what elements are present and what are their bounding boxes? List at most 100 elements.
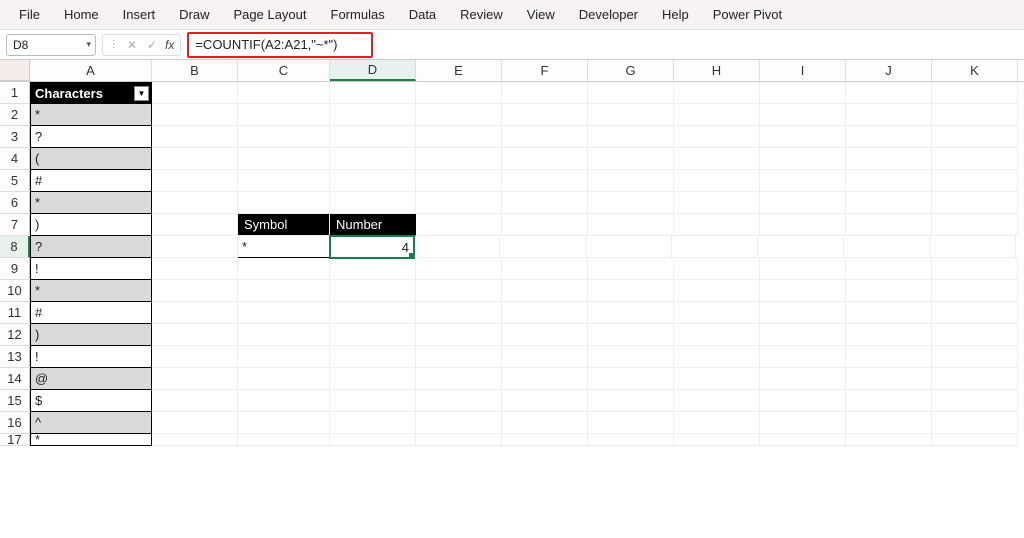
cell-B3[interactable] <box>152 126 238 148</box>
cell-F16[interactable] <box>502 412 588 434</box>
cell-I11[interactable] <box>760 302 846 324</box>
cell-C17[interactable] <box>238 434 330 446</box>
cell-E4[interactable] <box>416 148 502 170</box>
cell-I13[interactable] <box>760 346 846 368</box>
cell-C14[interactable] <box>238 368 330 390</box>
cell-J16[interactable] <box>846 412 932 434</box>
cell-G5[interactable] <box>588 170 674 192</box>
tab-insert[interactable]: Insert <box>112 1 167 28</box>
cell-G8[interactable] <box>586 236 672 258</box>
cell-H15[interactable] <box>674 390 760 412</box>
cell-I16[interactable] <box>760 412 846 434</box>
cell-H3[interactable] <box>674 126 760 148</box>
cell-C16[interactable] <box>238 412 330 434</box>
cell-K2[interactable] <box>932 104 1018 126</box>
tab-data[interactable]: Data <box>398 1 447 28</box>
enter-icon[interactable]: ✓ <box>143 36 161 54</box>
cell-H2[interactable] <box>674 104 760 126</box>
cell-I9[interactable] <box>760 258 846 280</box>
cell-D17[interactable] <box>330 434 416 446</box>
name-box[interactable]: D8 ▾ <box>6 34 96 56</box>
cell-A2[interactable]: * <box>30 104 152 126</box>
cell-A7[interactable]: ) <box>30 214 152 236</box>
cell-G6[interactable] <box>588 192 674 214</box>
cell-E12[interactable] <box>416 324 502 346</box>
cell-E3[interactable] <box>416 126 502 148</box>
cell-B5[interactable] <box>152 170 238 192</box>
cell-H17[interactable] <box>674 434 760 446</box>
cell-E1[interactable] <box>416 82 502 104</box>
cell-A9[interactable]: ! <box>30 258 152 280</box>
col-header-G[interactable]: G <box>588 60 674 81</box>
cell-A5[interactable]: # <box>30 170 152 192</box>
row-header-6[interactable]: 6 <box>0 192 30 214</box>
cell-G3[interactable] <box>588 126 674 148</box>
cell-K15[interactable] <box>932 390 1018 412</box>
cell-A13[interactable]: ! <box>30 346 152 368</box>
cell-K9[interactable] <box>932 258 1018 280</box>
row-header-9[interactable]: 9 <box>0 258 30 280</box>
cell-E6[interactable] <box>416 192 502 214</box>
cell-I8[interactable] <box>758 236 844 258</box>
cell-E17[interactable] <box>416 434 502 446</box>
row-header-1[interactable]: 1 <box>0 82 30 104</box>
cell-B7[interactable] <box>152 214 238 236</box>
cell-D9[interactable] <box>330 258 416 280</box>
cell-D1[interactable] <box>330 82 416 104</box>
cell-E14[interactable] <box>416 368 502 390</box>
cell-G1[interactable] <box>588 82 674 104</box>
cell-C13[interactable] <box>238 346 330 368</box>
cell-C1[interactable] <box>238 82 330 104</box>
cell-J11[interactable] <box>846 302 932 324</box>
cell-E13[interactable] <box>416 346 502 368</box>
row-header-5[interactable]: 5 <box>0 170 30 192</box>
cell-J2[interactable] <box>846 104 932 126</box>
select-all-corner[interactable] <box>0 60 30 81</box>
formula-bar[interactable]: =COUNTIF(A2:A21,"~*") <box>187 32 373 58</box>
cell-H7[interactable] <box>674 214 760 236</box>
tab-developer[interactable]: Developer <box>568 1 649 28</box>
cell-C8[interactable]: * <box>238 236 330 258</box>
cell-J4[interactable] <box>846 148 932 170</box>
cell-I2[interactable] <box>760 104 846 126</box>
cell-C3[interactable] <box>238 126 330 148</box>
cell-E8[interactable] <box>414 236 500 258</box>
cell-H9[interactable] <box>674 258 760 280</box>
cell-E7[interactable] <box>416 214 502 236</box>
cell-B10[interactable] <box>152 280 238 302</box>
cell-G12[interactable] <box>588 324 674 346</box>
cell-F11[interactable] <box>502 302 588 324</box>
cell-H11[interactable] <box>674 302 760 324</box>
cell-G14[interactable] <box>588 368 674 390</box>
row-header-15[interactable]: 15 <box>0 390 30 412</box>
cell-J5[interactable] <box>846 170 932 192</box>
cell-C4[interactable] <box>238 148 330 170</box>
cell-G16[interactable] <box>588 412 674 434</box>
cell-A6[interactable]: * <box>30 192 152 214</box>
cell-D4[interactable] <box>330 148 416 170</box>
cell-J15[interactable] <box>846 390 932 412</box>
row-header-12[interactable]: 12 <box>0 324 30 346</box>
row-header-11[interactable]: 11 <box>0 302 30 324</box>
cell-C5[interactable] <box>238 170 330 192</box>
row-header-13[interactable]: 13 <box>0 346 30 368</box>
cell-H10[interactable] <box>674 280 760 302</box>
cell-B16[interactable] <box>152 412 238 434</box>
cell-A4[interactable]: ( <box>30 148 152 170</box>
cell-F13[interactable] <box>502 346 588 368</box>
cell-J7[interactable] <box>846 214 932 236</box>
tab-view[interactable]: View <box>516 1 566 28</box>
tab-review[interactable]: Review <box>449 1 514 28</box>
cell-H5[interactable] <box>674 170 760 192</box>
cell-A15[interactable]: $ <box>30 390 152 412</box>
cell-I3[interactable] <box>760 126 846 148</box>
cell-A8[interactable]: ? <box>30 236 152 258</box>
cell-B14[interactable] <box>152 368 238 390</box>
cell-A14[interactable]: @ <box>30 368 152 390</box>
cell-K13[interactable] <box>932 346 1018 368</box>
row-header-7[interactable]: 7 <box>0 214 30 236</box>
cell-B6[interactable] <box>152 192 238 214</box>
tab-power-pivot[interactable]: Power Pivot <box>702 1 793 28</box>
cancel-icon[interactable]: ✕ <box>123 36 141 54</box>
cell-C12[interactable] <box>238 324 330 346</box>
